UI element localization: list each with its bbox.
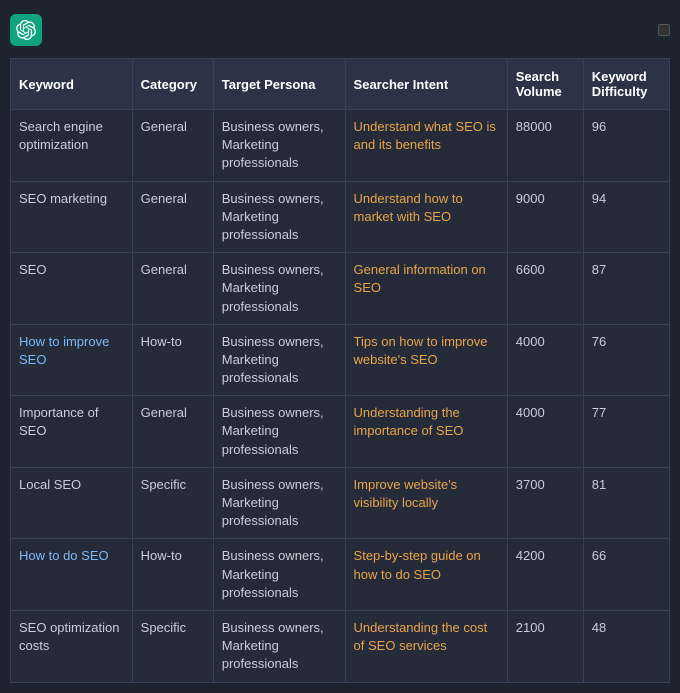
col-header-search-volume: Search Volume [507,59,583,110]
cell-searcher-intent: Tips on how to improve website's SEO [345,324,507,396]
table-header: Keyword Category Target Persona Searcher… [11,59,670,110]
table-row: Local SEO Specific Business owners, Mark… [11,467,670,539]
cell-keyword-difficulty: 77 [583,396,669,468]
cell-keyword-difficulty: 76 [583,324,669,396]
cell-keyword-difficulty: 87 [583,253,669,325]
cell-search-volume: 4000 [507,396,583,468]
app-container: Keyword Category Target Persona Searcher… [10,10,670,683]
cell-target-persona: Business owners, Marketing professionals [213,539,345,611]
cell-search-volume: 6600 [507,253,583,325]
cell-search-volume: 4200 [507,539,583,611]
cell-searcher-intent: Step-by-step guide on how to do SEO [345,539,507,611]
cell-searcher-intent: Improve website's visibility locally [345,467,507,539]
cell-category: Specific [132,467,213,539]
cell-search-volume: 9000 [507,181,583,253]
cell-target-persona: Business owners, Marketing professionals [213,467,345,539]
table-row: How to do SEO How-to Business owners, Ma… [11,539,670,611]
cell-category: Specific [132,610,213,682]
table-row: SEO General Business owners, Marketing p… [11,253,670,325]
table-row: Search engine optimization General Busin… [11,110,670,182]
col-header-keyword-difficulty: Keyword Difficulty [583,59,669,110]
cell-keyword: SEO [11,253,133,325]
cell-category: General [132,181,213,253]
table-row: SEO marketing General Business owners, M… [11,181,670,253]
cell-keyword: SEO marketing [11,181,133,253]
cell-keyword-difficulty: 94 [583,181,669,253]
table-row: Importance of SEO General Business owner… [11,396,670,468]
cell-target-persona: Business owners, Marketing professionals [213,610,345,682]
window-btn [658,24,670,36]
cell-searcher-intent: Understanding the cost of SEO services [345,610,507,682]
cell-target-persona: Business owners, Marketing professionals [213,110,345,182]
cell-searcher-intent: General information on SEO [345,253,507,325]
cell-search-volume: 2100 [507,610,583,682]
cell-target-persona: Business owners, Marketing professionals [213,253,345,325]
cell-keyword: Local SEO [11,467,133,539]
cell-search-volume: 88000 [507,110,583,182]
seo-keywords-table: Keyword Category Target Persona Searcher… [10,58,670,683]
table-row: How to improve SEO How-to Business owner… [11,324,670,396]
cell-keyword: How to improve SEO [11,324,133,396]
col-header-searcher-intent: Searcher Intent [345,59,507,110]
table-row: SEO optimization costs Specific Business… [11,610,670,682]
openai-icon [16,20,36,40]
cell-search-volume: 3700 [507,467,583,539]
col-header-target-persona: Target Persona [213,59,345,110]
cell-searcher-intent: Understanding the importance of SEO [345,396,507,468]
cell-search-volume: 4000 [507,324,583,396]
window-controls [658,24,670,36]
col-header-category: Category [132,59,213,110]
cell-keyword: How to do SEO [11,539,133,611]
table-body: Search engine optimization General Busin… [11,110,670,683]
cell-searcher-intent: Understand how to market with SEO [345,181,507,253]
cell-category: General [132,110,213,182]
cell-target-persona: Business owners, Marketing professionals [213,324,345,396]
cell-keyword-difficulty: 96 [583,110,669,182]
cell-keyword-difficulty: 48 [583,610,669,682]
cell-category: General [132,253,213,325]
cell-category: How-to [132,539,213,611]
cell-category: How-to [132,324,213,396]
app-logo [10,14,42,46]
top-bar [10,10,670,50]
cell-keyword-difficulty: 66 [583,539,669,611]
cell-keyword-difficulty: 81 [583,467,669,539]
col-header-keyword: Keyword [11,59,133,110]
cell-target-persona: Business owners, Marketing professionals [213,181,345,253]
cell-category: General [132,396,213,468]
cell-keyword: Importance of SEO [11,396,133,468]
cell-keyword: Search engine optimization [11,110,133,182]
cell-target-persona: Business owners, Marketing professionals [213,396,345,468]
cell-keyword: SEO optimization costs [11,610,133,682]
header-row: Keyword Category Target Persona Searcher… [11,59,670,110]
cell-searcher-intent: Understand what SEO is and its benefits [345,110,507,182]
